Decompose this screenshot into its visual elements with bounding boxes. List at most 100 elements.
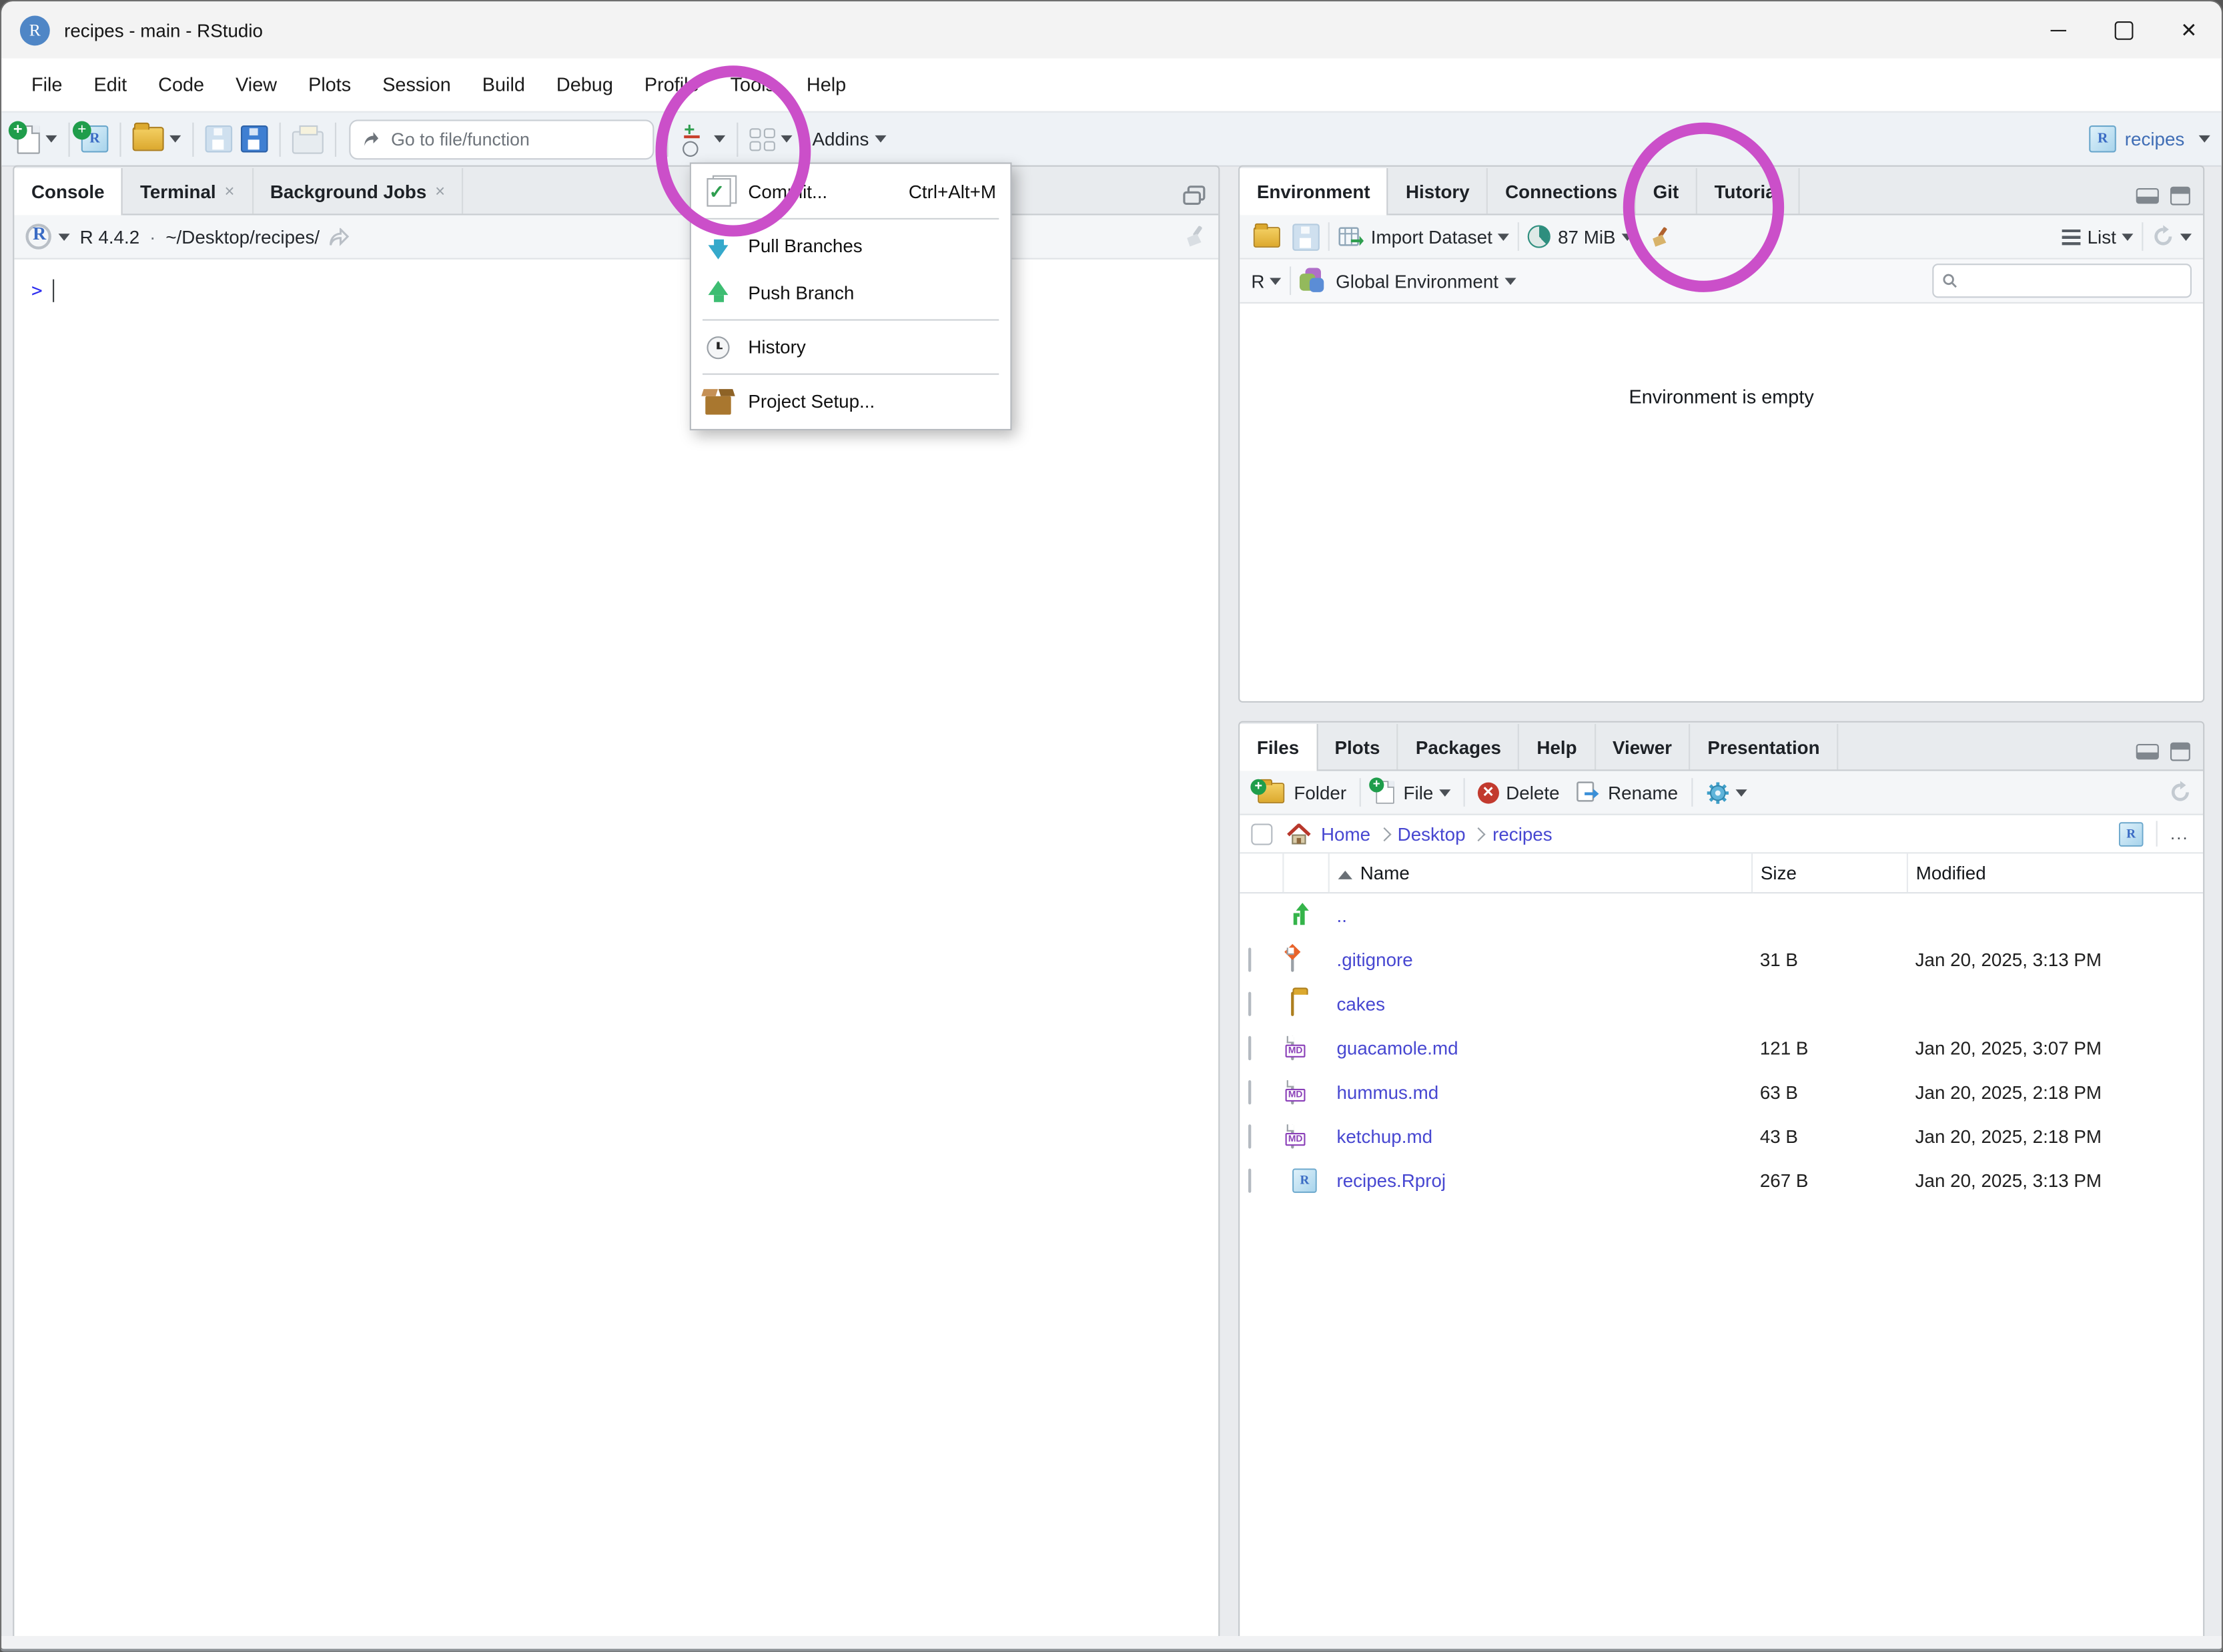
maximize-button[interactable] — [2090, 1, 2156, 58]
rename-file-button[interactable]: Rename — [1573, 771, 1683, 814]
memory-usage-label[interactable]: 87 MiB — [1558, 226, 1615, 248]
tab-presentation[interactable]: Presentation — [1691, 724, 1839, 769]
menu-item-project-setup[interactable]: Project Setup... — [691, 378, 1010, 424]
column-header-size[interactable]: Size — [1751, 853, 1907, 893]
environment-search[interactable] — [1932, 264, 2192, 298]
clear-console-icon[interactable] — [1182, 224, 1207, 249]
breadcrumb-home[interactable]: Home — [1321, 823, 1370, 844]
chevron-down-icon[interactable] — [59, 233, 70, 240]
file-row-parent[interactable]: .. — [1240, 893, 2203, 937]
environment-search-input[interactable] — [1965, 270, 2182, 292]
menu-plots[interactable]: Plots — [293, 74, 367, 95]
menu-code[interactable]: Code — [143, 74, 220, 95]
minimize-pane-icon[interactable] — [2136, 744, 2159, 759]
rstudio-logo-icon: R — [20, 15, 50, 45]
global-environment-label[interactable]: Global Environment — [1336, 270, 1498, 292]
tab-packages[interactable]: Packages — [1398, 724, 1520, 769]
select-all-checkbox[interactable] — [1251, 823, 1272, 844]
tab-help[interactable]: Help — [1520, 724, 1596, 769]
menu-item-push-branch[interactable]: Push Branch — [691, 270, 1010, 316]
tab-viewer[interactable]: Viewer — [1595, 724, 1690, 769]
chevron-down-icon — [1270, 277, 1282, 284]
file-checkbox[interactable] — [1248, 1036, 1251, 1060]
project-selector[interactable]: R recipes — [2089, 125, 2210, 153]
rproject-file-icon: R — [1292, 1168, 1317, 1193]
file-checkbox[interactable] — [1248, 1168, 1251, 1192]
addins-button[interactable]: Addins — [808, 117, 890, 160]
console-input-line[interactable]: > — [14, 260, 1218, 302]
goto-file-input[interactable] — [388, 127, 641, 150]
print-button[interactable] — [288, 117, 328, 160]
tab-terminal-label: Terminal — [140, 180, 216, 201]
file-row-rproj[interactable]: R recipes.Rproj 267 B Jan 20, 2025, 3:13… — [1240, 1158, 2203, 1202]
menu-help[interactable]: Help — [791, 74, 861, 95]
delete-file-button[interactable]: ✕ Delete — [1473, 771, 1564, 814]
new-file-button[interactable]: + — [13, 117, 61, 160]
tab-connections[interactable]: Connections — [1488, 168, 1636, 214]
maximize-pane-icon[interactable] — [2170, 743, 2190, 761]
file-checkbox[interactable] — [1248, 1124, 1251, 1148]
file-row-guacamole[interactable]: MD guacamole.md 121 B Jan 20, 2025, 3:07… — [1240, 1026, 2203, 1070]
files-breadcrumb-bar: Home Desktop recipes R ... — [1240, 815, 2203, 854]
console-prompt: > — [31, 280, 43, 302]
breadcrumb-desktop[interactable]: Desktop — [1398, 823, 1466, 844]
load-workspace-icon[interactable] — [1254, 226, 1280, 247]
tab-close-icon[interactable]: × — [435, 181, 445, 201]
file-row-cakes[interactable]: cakes — [1240, 982, 2203, 1026]
refresh-icon[interactable] — [2169, 781, 2192, 803]
tab-files[interactable]: Files — [1240, 724, 1318, 771]
tab-files-label: Files — [1257, 737, 1299, 758]
save-button[interactable] — [201, 117, 236, 160]
menu-session[interactable]: Session — [367, 74, 467, 95]
file-checkbox[interactable] — [1248, 992, 1251, 1016]
tab-console[interactable]: Console — [14, 168, 123, 215]
save-workspace-icon[interactable] — [1292, 223, 1320, 250]
new-project-button[interactable]: R+ — [77, 117, 112, 160]
file-row-hummus[interactable]: MD hummus.md 63 B Jan 20, 2025, 2:18 PM — [1240, 1070, 2203, 1114]
import-dataset-label[interactable]: Import Dataset — [1371, 226, 1492, 248]
menu-edit[interactable]: Edit — [78, 74, 143, 95]
rproject-indicator-icon[interactable]: R — [2119, 821, 2144, 846]
r-version-label: R 4.4.2 — [80, 226, 140, 248]
files-more-button[interactable] — [1701, 771, 1751, 814]
file-checkbox[interactable] — [1248, 947, 1251, 971]
new-folder-button[interactable]: + Folder — [1251, 771, 1350, 814]
tab-plots[interactable]: Plots — [1318, 724, 1398, 769]
working-directory: ~/Desktop/recipes/ — [165, 226, 320, 248]
share-arrow-icon[interactable] — [328, 228, 351, 246]
tab-history[interactable]: History — [1388, 168, 1488, 214]
close-button[interactable]: ✕ — [2156, 1, 2222, 58]
file-row-ketchup[interactable]: MD ketchup.md 43 B Jan 20, 2025, 2:18 PM — [1240, 1114, 2203, 1158]
goto-file-search[interactable] — [349, 119, 654, 159]
list-view-label[interactable]: List — [2088, 226, 2116, 248]
language-selector[interactable]: R — [1251, 270, 1264, 292]
new-folder-label: Folder — [1294, 782, 1346, 803]
annotation-circle-git-toolbar — [656, 65, 811, 236]
tab-terminal[interactable]: Terminal × — [123, 168, 253, 214]
tab-close-icon[interactable]: × — [224, 181, 234, 201]
tab-background-jobs[interactable]: Background Jobs× — [253, 168, 464, 214]
column-header-name[interactable]: Name — [1328, 853, 1751, 893]
refresh-icon[interactable] — [2152, 225, 2174, 248]
save-all-button[interactable] — [237, 117, 272, 160]
restore-pane-icon[interactable] — [1183, 185, 1206, 205]
menu-debug[interactable]: Debug — [540, 74, 628, 95]
new-blank-file-button[interactable]: + File — [1369, 771, 1454, 814]
rename-label: Rename — [1608, 782, 1678, 803]
tab-packages-label: Packages — [1416, 736, 1501, 757]
maximize-pane-icon[interactable] — [2170, 187, 2190, 205]
menu-build[interactable]: Build — [466, 74, 540, 95]
menu-bar: File Edit Code View Plots Session Build … — [1, 59, 2222, 111]
file-size: 121 B — [1751, 1026, 1907, 1070]
menu-item-history[interactable]: History — [691, 324, 1010, 370]
minimize-button[interactable] — [2025, 1, 2090, 58]
breadcrumb-more-button[interactable]: ... — [2156, 821, 2192, 846]
tab-environment[interactable]: Environment — [1240, 168, 1388, 215]
menu-view[interactable]: View — [220, 74, 293, 95]
file-row-gitignore[interactable]: .gitignore 31 B Jan 20, 2025, 3:13 PM — [1240, 937, 2203, 981]
column-header-modified[interactable]: Modified — [1907, 853, 2203, 893]
minimize-pane-icon[interactable] — [2136, 188, 2159, 203]
file-checkbox[interactable] — [1248, 1080, 1251, 1104]
menu-file[interactable]: File — [15, 74, 77, 95]
open-file-button[interactable] — [128, 117, 185, 160]
